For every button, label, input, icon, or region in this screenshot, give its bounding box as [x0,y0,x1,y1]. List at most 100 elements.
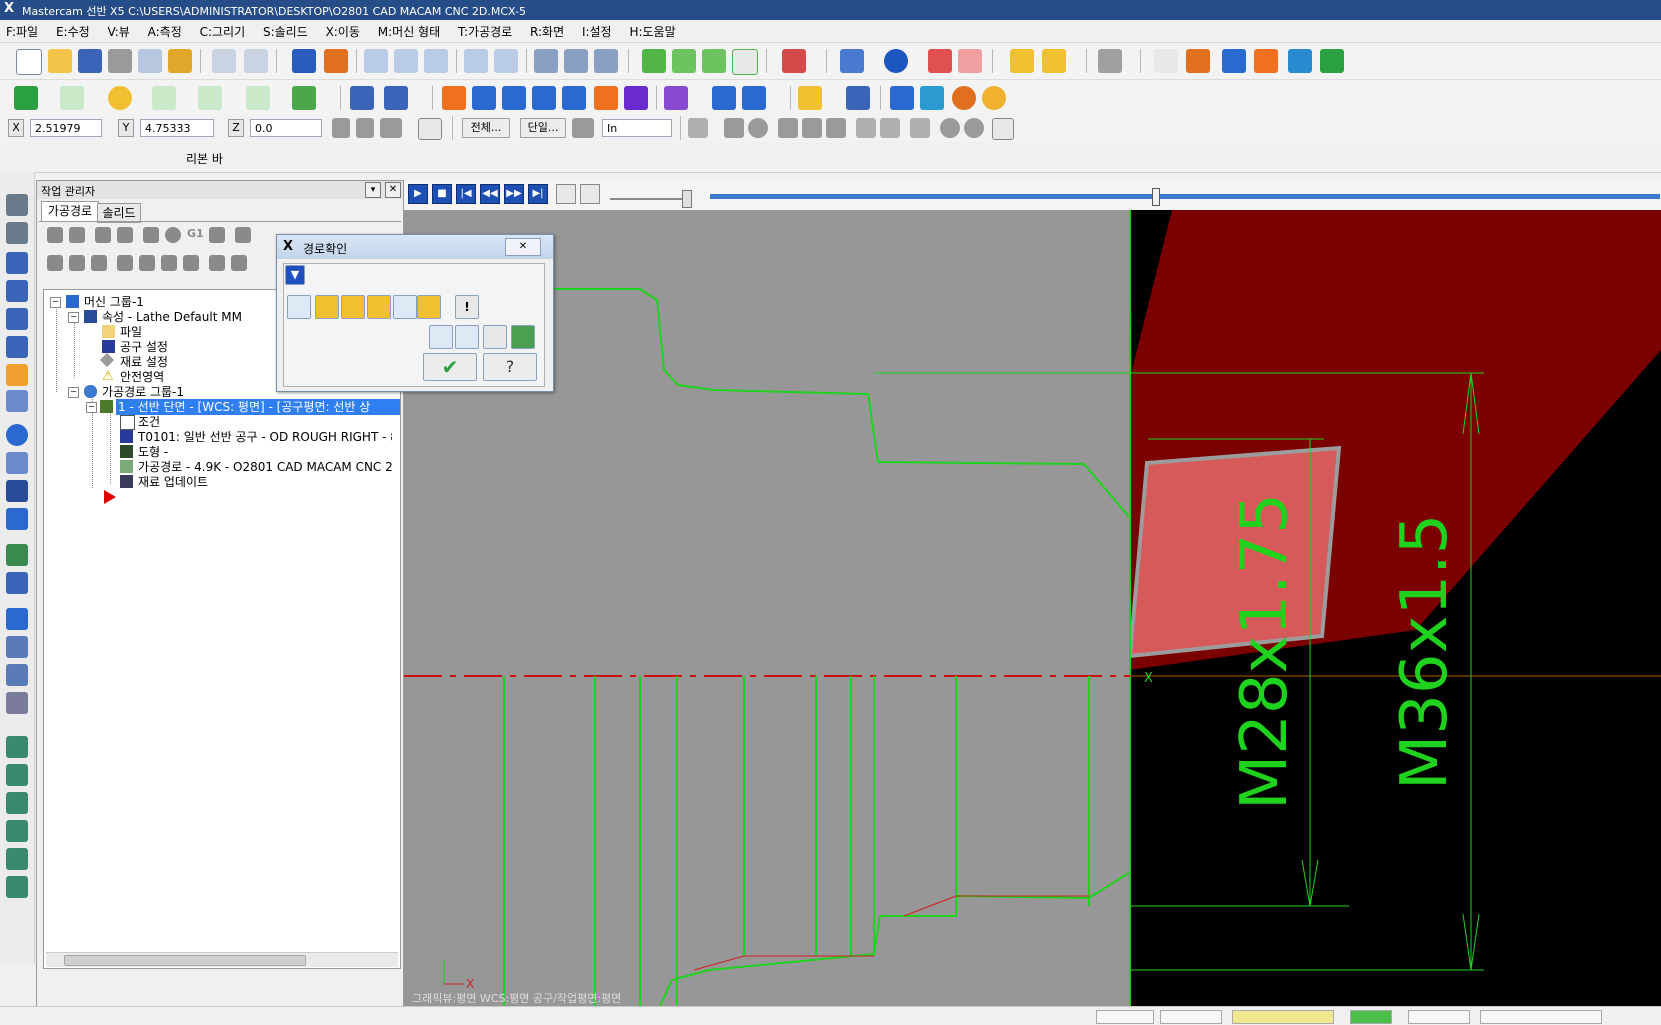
redo-icon[interactable] [244,49,268,73]
save-icon[interactable] [78,49,102,73]
step-end-button[interactable]: ▶| [528,184,548,204]
regen-selected-icon[interactable] [95,227,111,243]
light-icon[interactable] [798,86,822,110]
translate-icon[interactable] [442,86,466,110]
level-icon[interactable] [742,86,766,110]
graphics-viewport[interactable]: X M28x1.75 M36x1.5 X 그래픽뷰:평면 WCS:평면 공구/작… [404,210,1661,1006]
status-field-3[interactable] [1232,1010,1334,1024]
post-ops-icon[interactable] [209,227,225,243]
gview-2-icon[interactable] [564,49,588,73]
opmgr-menu-icon[interactable]: ▾ [365,182,381,198]
dialog-titlebar[interactable]: X 경로확인 ✕ [277,235,553,259]
unzoom-icon[interactable] [494,49,518,73]
stock-advance-icon[interactable] [6,480,28,502]
rectangle-icon[interactable] [152,86,176,110]
scroll-icon[interactable] [183,255,199,271]
filter-icon[interactable] [910,118,930,138]
chain-icon[interactable] [748,118,768,138]
array-icon[interactable] [594,86,618,110]
single-display-icon[interactable] [209,255,225,271]
status-field-2[interactable] [1160,1010,1222,1024]
step-back-start-button[interactable]: |◀ [456,184,476,204]
progress-thumb[interactable] [1152,188,1160,206]
regen-dirty-icon[interactable] [117,227,133,243]
mirror-icon[interactable] [472,86,496,110]
front-view-icon[interactable] [702,49,726,73]
scale-icon[interactable] [532,86,556,110]
pencil-icon[interactable] [1010,49,1034,73]
help-button[interactable]: ? [483,353,537,381]
stock-model-icon[interactable] [6,692,28,714]
fillet-icon[interactable] [198,86,222,110]
tree-scrollbar[interactable] [46,952,398,967]
lathe-toolpath-icon[interactable] [664,86,688,110]
menu-file[interactable]: F:파일 [6,20,38,40]
play-button[interactable]: ▶ [408,184,428,204]
step-forward-button[interactable]: ▶▶ [504,184,524,204]
z-coordinate-field[interactable]: 0.0 [250,119,322,137]
y-coordinate-field[interactable]: 4.75333 [140,119,214,137]
tree-node-toolpath[interactable]: 가공경로 - 4.9K - O2801 CAD MACAM CNC 2 [120,459,392,475]
pocket-icon[interactable] [6,664,28,686]
lathe-stock-icon[interactable] [952,86,976,110]
tab-solids[interactable]: 솔리드 [97,203,141,223]
select-settings-icon[interactable] [572,118,594,138]
g1-icon[interactable]: G1 [187,227,204,240]
menu-edit[interactable]: E:수정 [56,20,90,40]
opmgr-close-icon[interactable]: ✕ [385,182,401,198]
menu-settings[interactable]: I:설정 [582,20,612,40]
print-preview-icon[interactable] [138,49,162,73]
display-endpoints-icon[interactable] [393,295,417,319]
menu-toolpaths[interactable]: T:가공경로 [458,20,512,40]
area-select-icon[interactable] [856,118,876,138]
select-all-ops-icon[interactable] [47,227,63,243]
tools-icon[interactable] [1186,49,1210,73]
save-geometry-icon[interactable] [455,325,479,349]
stop-button[interactable]: ■ [432,184,452,204]
select-help-icon[interactable] [992,118,1014,140]
post-icon[interactable] [1320,49,1344,73]
menu-view[interactable]: V:뷰 [107,20,129,40]
finish-icon[interactable] [6,252,28,274]
select-all-button[interactable]: 전체... [462,118,510,138]
multiaxis-icon[interactable] [6,736,28,758]
groove-icon[interactable] [6,280,28,302]
open-file-icon[interactable] [48,49,72,73]
contour-icon[interactable] [6,636,28,658]
menu-analyze[interactable]: A:측정 [148,20,182,40]
steady-rest-icon[interactable] [6,544,28,566]
delete-icon[interactable] [958,49,982,73]
cutoff-icon[interactable] [6,364,28,386]
menu-create[interactable]: C:그리기 [200,20,246,40]
display-tool-icon[interactable] [287,295,311,319]
backplot-icon[interactable] [1254,49,1278,73]
progress-track[interactable] [710,194,1660,199]
trim-icon[interactable] [350,86,374,110]
trace-mode-button[interactable] [556,184,576,204]
break-icon[interactable] [384,86,408,110]
status-field-1[interactable] [1096,1010,1154,1024]
flowline-icon[interactable] [6,848,28,870]
fit-icon[interactable] [324,49,348,73]
window-select-icon[interactable] [778,118,798,138]
lock-icon[interactable] [47,255,63,271]
cursor-icon[interactable] [724,118,744,138]
point-icon[interactable] [14,86,38,110]
select-only-button[interactable]: 단일... [520,118,566,138]
status-field-5[interactable] [1408,1010,1470,1024]
gview-3-icon[interactable] [594,49,618,73]
zoom-out-icon[interactable] [424,49,448,73]
new-file-icon[interactable] [16,49,42,75]
wireframe-icon[interactable] [840,49,864,73]
autocursor-icon[interactable] [356,118,374,138]
quick-verify-icon[interactable] [417,295,441,319]
surface-rough-icon[interactable] [6,764,28,786]
highfeed-icon[interactable] [235,227,251,243]
properties-icon[interactable] [168,49,192,73]
speed-slider-thumb[interactable] [682,190,692,208]
expand-dialog-icon[interactable]: ▼ [285,265,305,285]
polygon-select-icon[interactable] [802,118,822,138]
print-icon[interactable] [108,49,132,73]
select-mode-icon[interactable] [688,118,708,138]
verify-icon[interactable] [890,86,914,110]
